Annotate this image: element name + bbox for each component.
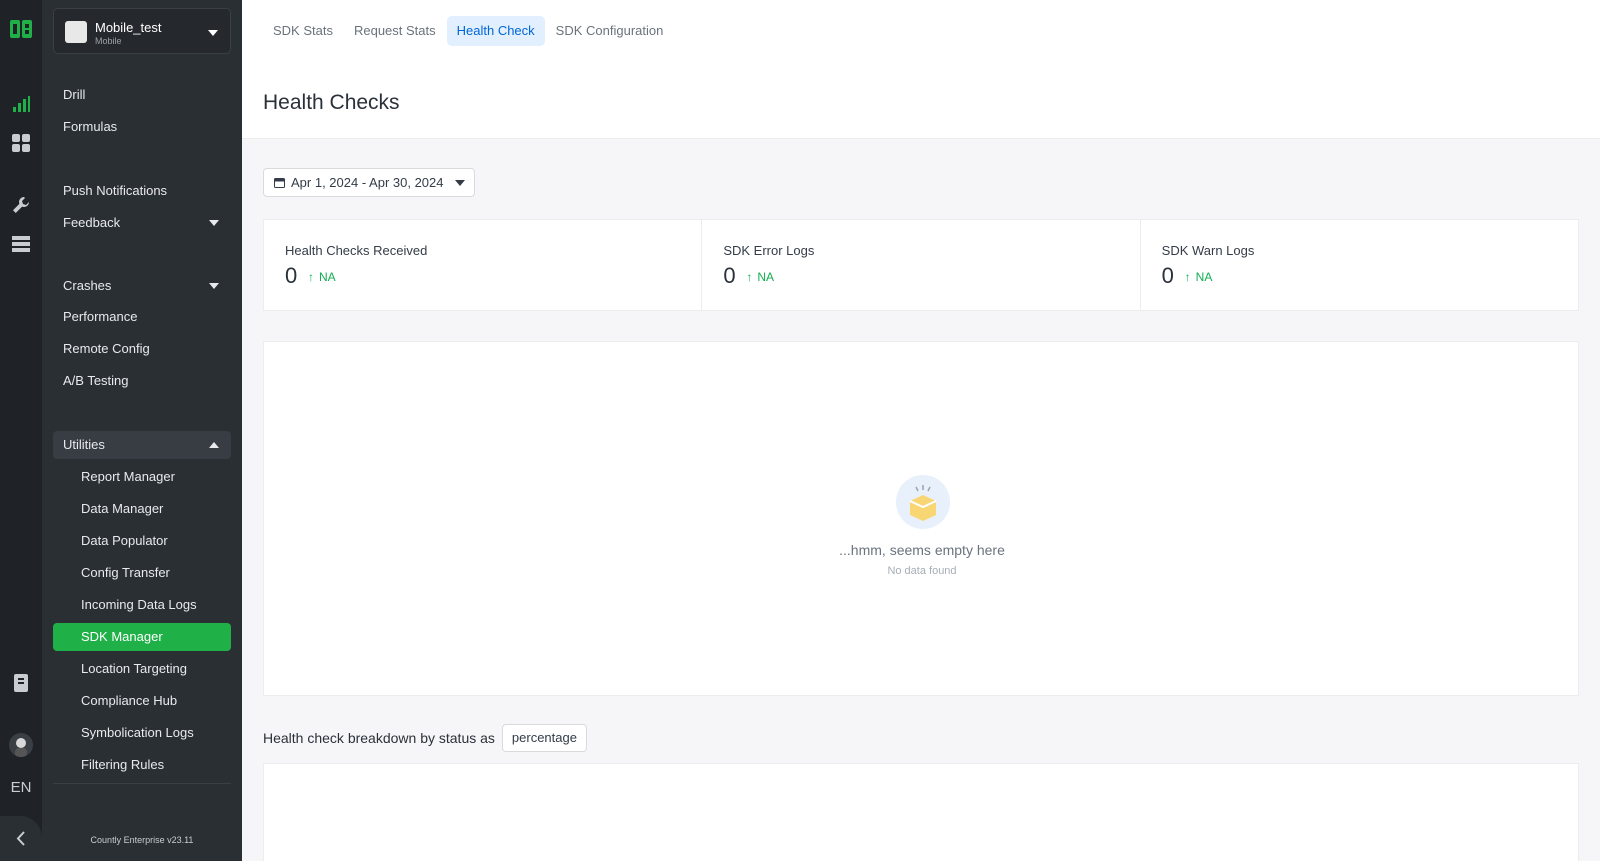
sidebar-item-label: A/B Testing [63, 373, 129, 388]
sidebar-item-config-transfer[interactable]: Config Transfer [53, 559, 231, 587]
sidebar-item-label: Data Populator [81, 533, 168, 548]
data-icon[interactable] [11, 234, 31, 254]
app-name: Mobile_test [95, 20, 162, 35]
stat-value: 0 [285, 263, 298, 288]
sidebar-item-label: Performance [63, 309, 138, 324]
empty-box-icon [896, 475, 950, 529]
arrow-up-icon: ↑ [746, 270, 753, 284]
breakdown-header: Health check breakdown by status as perc… [263, 724, 587, 752]
breakdown-mode-select[interactable]: percentage [501, 724, 587, 752]
stat-trend: ↑ NA [1185, 270, 1213, 284]
breakdown-label: Health check breakdown by status as [263, 730, 495, 746]
sidebar-item-incoming-data-logs[interactable]: Incoming Data Logs [53, 591, 231, 619]
empty-state-subtitle: No data found [887, 565, 957, 577]
tab-sdk-configuration[interactable]: SDK Configuration [546, 16, 674, 46]
avatar[interactable] [9, 733, 33, 757]
sidebar-item-label: Crashes [63, 278, 112, 293]
sidebar-item-drill[interactable]: Drill [53, 81, 231, 109]
sidebar-item-sdk-manager[interactable]: SDK Manager [53, 623, 231, 651]
stat-health-checks-received: Health Checks Received 0 ↑ NA [264, 220, 703, 310]
breakdown-chart-area [263, 763, 1579, 861]
stat-trend: ↑ NA [746, 270, 774, 284]
sidebar-item-label: Location Targeting [81, 661, 188, 676]
sidebar-item-formulas[interactable]: Formulas [53, 113, 231, 141]
chevron-left-icon [16, 831, 25, 846]
trend-value: NA [319, 270, 336, 284]
arrow-up-icon: ↑ [1184, 270, 1191, 284]
sidebar-item-label: SDK Manager [81, 629, 163, 644]
app-type: Mobile [95, 36, 122, 46]
stat-sdk-warn-logs: SDK Warn Logs 0 ↑ NA [1141, 220, 1578, 310]
chevron-down-icon [208, 30, 218, 36]
sidebar-item-label: Compliance Hub [81, 693, 178, 708]
tab-request-stats[interactable]: Request Stats [344, 16, 446, 46]
countly-logo-icon[interactable] [10, 18, 32, 40]
chevron-down-icon [209, 283, 219, 289]
sidebar-item-label: Report Manager [81, 469, 175, 484]
sidebar-item-label: Drill [63, 87, 86, 102]
sidebar-item-label: Feedback [63, 215, 121, 230]
chevron-down-icon [455, 180, 465, 186]
page-header: SDK Stats Request Stats Health Check SDK… [242, 0, 1600, 139]
language-selector[interactable]: EN [0, 779, 42, 796]
sidebar-item-label: Formulas [63, 119, 118, 134]
stat-trend: ↑ NA [308, 270, 336, 284]
collapse-sidebar-button[interactable] [0, 816, 42, 861]
tab-bar: SDK Stats Request Stats Health Check SDK… [263, 16, 674, 46]
app-thumbnail [65, 21, 87, 43]
stat-sdk-error-logs: SDK Error Logs 0 ↑ NA [702, 220, 1141, 310]
sidebar-item-symbolication-logs[interactable]: Symbolication Logs [53, 719, 231, 747]
empty-state-panel: ...hmm, seems empty here No data found [263, 341, 1579, 696]
documentation-icon[interactable] [11, 673, 31, 693]
sidebar-item-filtering-rules[interactable]: Filtering Rules [53, 751, 231, 779]
icon-rail: EN [0, 0, 42, 861]
sidebar-item-crashes[interactable]: Crashes [53, 272, 231, 300]
arrow-up-icon: ↑ [308, 270, 314, 284]
app-selector[interactable]: Mobile_test Mobile [53, 8, 231, 54]
sidebar-item-label: Remote Config [63, 341, 150, 356]
empty-state-title: ...hmm, seems empty here [839, 542, 1005, 558]
sidebar-item-push-notifications[interactable]: Push Notifications [53, 177, 231, 205]
stat-value: 0 [1161, 263, 1174, 288]
sidebar-item-feedback[interactable]: Feedback [53, 209, 231, 237]
dashboards-icon[interactable] [11, 133, 31, 153]
stat-label: SDK Warn Logs [1161, 243, 1255, 258]
stats-panel: Health Checks Received 0 ↑ NA SDK Error L… [263, 219, 1579, 311]
sidebar-item-label: Symbolication Logs [81, 725, 194, 740]
sidebar-item-ab-testing[interactable]: A/B Testing [53, 367, 231, 395]
tab-sdk-stats[interactable]: SDK Stats [263, 16, 343, 46]
trend-value: NA [1195, 270, 1213, 284]
chevron-down-icon [209, 220, 219, 226]
stat-label: Health Checks Received [285, 243, 428, 258]
page-title: Health Checks [263, 91, 400, 114]
sidebar-item-location-targeting[interactable]: Location Targeting [53, 655, 231, 683]
sidebar-item-data-populator[interactable]: Data Populator [53, 527, 231, 555]
stat-value: 0 [723, 263, 736, 288]
sidebar-item-report-manager[interactable]: Report Manager [53, 463, 231, 491]
tab-health-check[interactable]: Health Check [446, 16, 545, 46]
date-range-picker[interactable]: Apr 1, 2024 - Apr 30, 2024 [263, 168, 475, 197]
sidebar-item-data-manager[interactable]: Data Manager [53, 495, 231, 523]
sidebar-item-performance[interactable]: Performance [53, 303, 231, 331]
sidebar-item-label: Utilities [63, 437, 105, 452]
management-icon[interactable] [11, 195, 31, 215]
sidebar-item-label: Push Notifications [63, 183, 168, 198]
date-range-value: Apr 1, 2024 - Apr 30, 2024 [291, 175, 444, 190]
stat-label: SDK Error Logs [723, 243, 815, 258]
sidebar-divider [53, 783, 231, 784]
analytics-icon[interactable] [11, 94, 31, 114]
sidebar-item-label: Data Manager [81, 501, 164, 516]
version-label: Countly Enterprise v23.11 [90, 835, 194, 845]
sidebar-item-remote-config[interactable]: Remote Config [53, 335, 231, 363]
sidebar-item-label: Filtering Rules [81, 757, 165, 772]
calendar-icon [274, 178, 285, 188]
sidebar: Mobile_test Mobile Drill Formulas Push N… [42, 0, 242, 861]
sidebar-item-utilities[interactable]: Utilities [53, 431, 231, 459]
main-content: SDK Stats Request Stats Health Check SDK… [242, 0, 1600, 861]
trend-value: NA [757, 270, 774, 284]
chevron-up-icon [209, 442, 219, 448]
sidebar-item-compliance-hub[interactable]: Compliance Hub [53, 687, 231, 715]
sidebar-item-label: Config Transfer [81, 565, 170, 580]
sidebar-item-label: Incoming Data Logs [81, 597, 197, 612]
